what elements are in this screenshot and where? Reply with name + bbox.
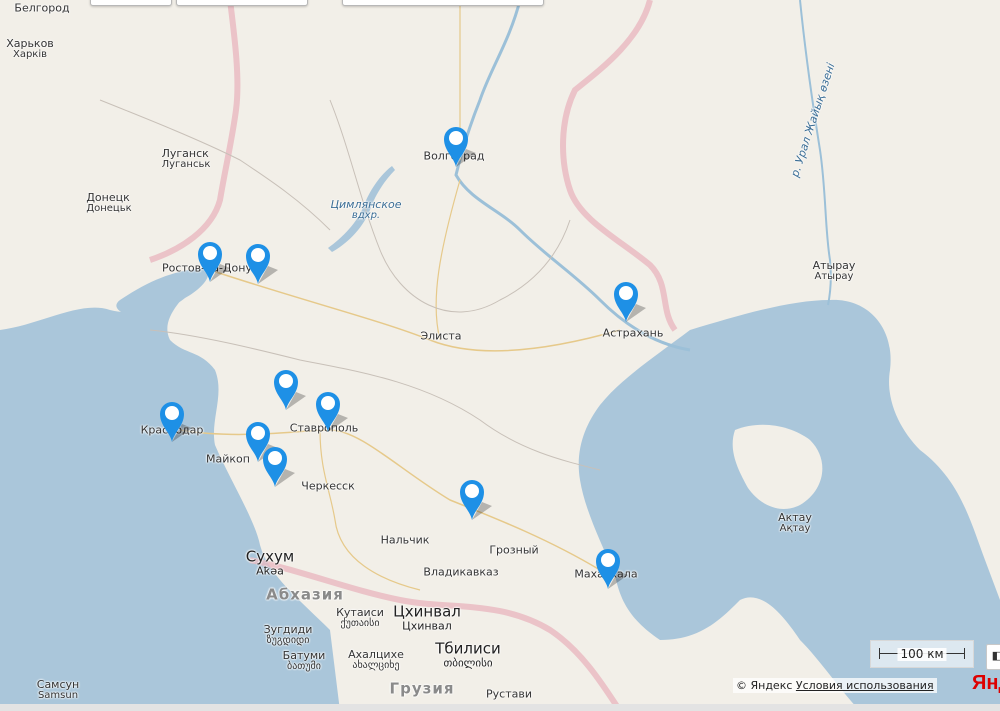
city-label-astrakhan: Астрахань [602,326,664,340]
scale-label: 100 км [897,648,947,661]
top-control-2[interactable] [176,0,308,6]
map-marker[interactable] [314,388,354,434]
city-label-elista: Элиста [420,329,462,343]
city-label-tskhinval: Цхинвал Цхинвал [393,602,461,633]
map-marker[interactable] [261,443,301,489]
map-control-button[interactable]: ◧ [986,644,1000,670]
city-label-nalchik: Нальчик [380,533,430,547]
city-label-batumi: Батуми ბათუმი [282,649,326,672]
map-marker[interactable] [612,278,652,324]
city-label-vladikavkaz: Владикавказ [423,565,499,579]
bottom-scrollbar[interactable] [0,704,1000,711]
copyright-text: © Яндекс [736,679,793,692]
yandex-logo[interactable]: Янде [972,672,1000,695]
city-label-lugansk: Луганск Луганськ [161,147,211,170]
map-marker[interactable] [594,545,634,591]
map-marker[interactable] [244,240,284,286]
city-label-aktau: Актау Ақтау [778,511,812,534]
copyright: © Яндекс Условия использования [733,678,937,693]
scale-bar: 100 км [870,640,974,668]
city-label-kharkov: Харьков Харків [6,37,54,60]
map-viewport[interactable]: Белгород Харьков Харків Луганск Луганськ Д… [0,0,1000,711]
map-marker[interactable] [196,238,236,284]
map-marker[interactable] [458,476,498,522]
city-label-sukhum: Сухум Аҟəа [245,547,295,578]
top-control-1[interactable] [90,0,172,6]
basemap [0,0,1000,711]
map-marker[interactable] [158,398,198,444]
terms-link[interactable]: Условия использования [796,679,934,692]
city-label-samsun: Самсун Samsun [36,678,80,701]
city-label-kutaisi: Кутаиси ქუთაისი [336,606,384,629]
city-label-grozny: Грозный [489,543,539,557]
region-label-abkhazia: Абхазия [266,585,344,604]
city-label-donetsk: Донецк Донецьк [86,191,132,214]
city-label-rustavi: Рустави [486,687,532,701]
map-marker[interactable] [442,123,482,169]
city-label-zugdidi: Зугдиди ზუგდიდი [263,623,313,646]
city-label-tbilisi: Тбилиси თბილისი [435,639,501,670]
water-label-tsimlyansk: Цимлянское вдхр. [330,198,402,221]
city-label-akhaltsikhe: Ахалцихе ახალციხე [348,648,404,671]
city-label-belgorod: Белгород [14,1,70,15]
city-label-cherkessk: Черкесск [301,479,355,493]
region-label-georgia: Грузия [389,679,455,698]
city-label-atyrau: Атырау Атырау [812,259,856,282]
top-control-3[interactable] [342,0,544,6]
map-marker[interactable] [272,366,312,412]
